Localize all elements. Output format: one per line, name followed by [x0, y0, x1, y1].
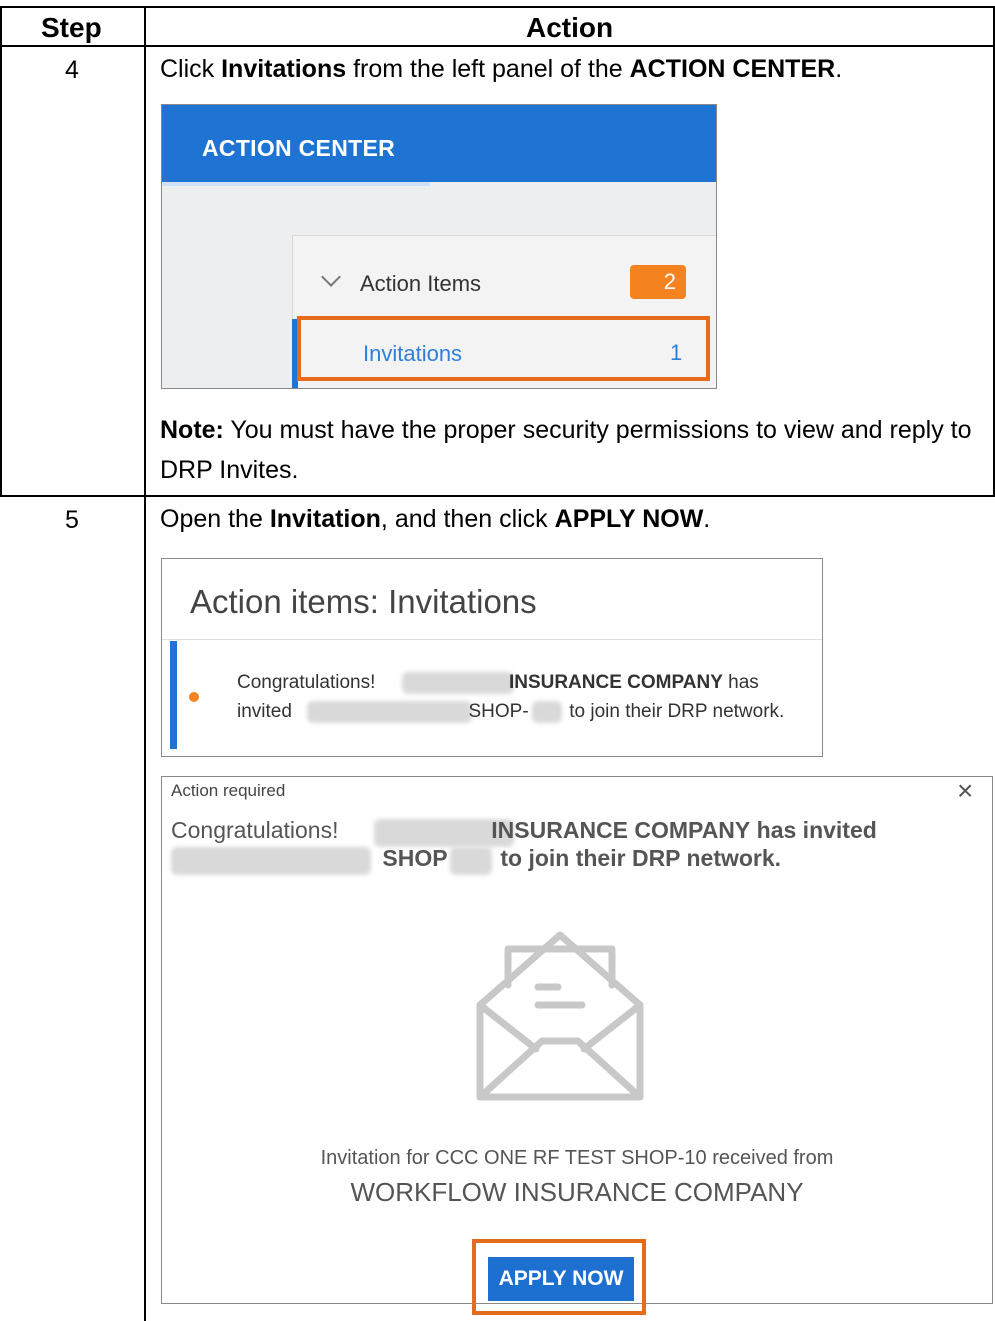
envelope-icon — [476, 931, 644, 1101]
close-icon[interactable]: × — [957, 777, 973, 807]
dialog-header: Action required — [171, 781, 286, 800]
invitations-list-screenshot: Action items: Invitations Congratulation… — [161, 558, 823, 757]
table-border-top — [0, 6, 995, 8]
action-items-count-badge: 2 — [630, 265, 686, 299]
header-step: Step — [41, 12, 102, 43]
selected-indicator — [170, 641, 177, 749]
invitations-list-title: Action items: Invitations — [190, 583, 537, 620]
dialog-message-line2: SHOP to join their DRP network. — [382, 845, 782, 871]
note-label: Note: — [160, 416, 224, 444]
action-required-dialog: Action required × Congratulations! INSUR… — [161, 776, 993, 1304]
header-action: Action — [526, 12, 614, 43]
action-center-title: ACTION CENTER — [202, 135, 396, 161]
step-number-5: 5 — [65, 506, 79, 534]
active-tab-underline — [162, 182, 430, 186]
inviting-company-name: WORKFLOW INSURANCE COMPANY — [350, 1177, 804, 1207]
apply-now-highlight-box — [472, 1239, 646, 1315]
invitations-highlight-box — [297, 316, 710, 381]
note-text: You must have the proper security permis… — [160, 416, 972, 484]
unread-dot-icon — [189, 692, 199, 702]
row-divider — [0, 495, 995, 497]
dialog-message-line1: Congratulations! INSURANCE COMPANY has i… — [171, 817, 877, 843]
step-number-4: 4 — [65, 56, 79, 84]
invitation-list-item[interactable]: Congratulations! INSURANCE COMPANY has — [237, 672, 759, 694]
divider — [162, 639, 822, 640]
invitation-detail-text: Invitation for CCC ONE RF TEST SHOP-10 r… — [320, 1147, 834, 1169]
header-divider — [0, 45, 995, 47]
action-items-label[interactable]: Action Items — [360, 271, 481, 297]
step-5-instruction: Open the Invitation, and then click APPL… — [160, 505, 711, 533]
step-4-note: Note: You must have the proper security … — [160, 410, 980, 490]
invitation-list-item-line2[interactable]: invited SHOP- to join their DRP network. — [237, 701, 784, 723]
step-4-instruction: Click Invitations from the left panel of… — [160, 55, 843, 83]
column-divider — [144, 6, 146, 1321]
